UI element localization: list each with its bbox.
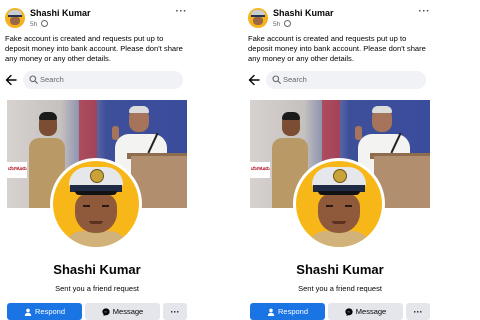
message-button[interactable]: Message (85, 303, 160, 320)
facebook-screen-right: Shashi Kumar 5h ··· Fake account is crea… (248, 0, 434, 320)
post-header: Shashi Kumar 5h ··· (5, 6, 191, 28)
message-button[interactable]: Message (328, 303, 403, 320)
search-box[interactable] (266, 71, 426, 89)
profile-name: Shashi Kumar (53, 262, 141, 277)
search-input[interactable] (40, 73, 170, 86)
messenger-icon (102, 307, 110, 316)
action-bar: Respond Message ··· (248, 303, 434, 320)
search-input[interactable] (283, 73, 413, 86)
post-time: 5h (273, 21, 281, 28)
post-text: Fake account is created and requests put… (248, 34, 426, 63)
author-avatar[interactable] (5, 8, 25, 28)
profile-picture[interactable] (50, 158, 142, 250)
author-avatar[interactable] (248, 8, 268, 28)
screenshot-comparison: Shashi Kumar 5h ··· Fake account is crea… (0, 0, 480, 320)
post-time: 5h (30, 21, 38, 28)
person-icon (24, 308, 32, 316)
post-header: Shashi Kumar 5h ··· (248, 6, 434, 28)
respond-button[interactable]: Respond (250, 303, 325, 320)
search-row (5, 71, 189, 89)
person-icon (267, 308, 275, 316)
profile-name: Shashi Kumar (296, 262, 384, 277)
post-text: Fake account is created and requests put… (5, 34, 183, 63)
friend-request-text: Sent you a friend request (55, 284, 139, 293)
globe-icon (284, 20, 292, 27)
respond-button[interactable]: Respond (7, 303, 82, 320)
cover-board-text: ಬೆಂಗಳೂರು (8, 166, 27, 172)
search-icon (272, 75, 281, 84)
post-author[interactable]: Shashi Kumar (30, 8, 91, 18)
post-meta: 5h (30, 20, 49, 28)
more-options-button[interactable]: ··· (406, 303, 430, 320)
facebook-screen-left: Shashi Kumar 5h ··· Fake account is crea… (5, 0, 191, 320)
more-options-button[interactable]: ··· (163, 303, 187, 320)
more-dots-icon[interactable]: ··· (176, 6, 188, 17)
search-box[interactable] (23, 71, 183, 89)
post-author[interactable]: Shashi Kumar (273, 8, 334, 18)
back-arrow-icon[interactable] (5, 73, 17, 86)
globe-icon (41, 20, 49, 27)
action-bar: Respond Message ··· (5, 303, 191, 320)
more-dots-icon[interactable]: ··· (419, 6, 431, 17)
profile-picture[interactable] (293, 158, 385, 250)
friend-request-text: Sent you a friend request (298, 284, 382, 293)
search-icon (29, 75, 38, 84)
search-row (248, 71, 432, 89)
post-meta: 5h (273, 20, 292, 28)
back-arrow-icon[interactable] (248, 73, 260, 86)
messenger-icon (345, 307, 353, 316)
cover-board-text: ಬೆಂಗಳೂರು (251, 166, 270, 172)
